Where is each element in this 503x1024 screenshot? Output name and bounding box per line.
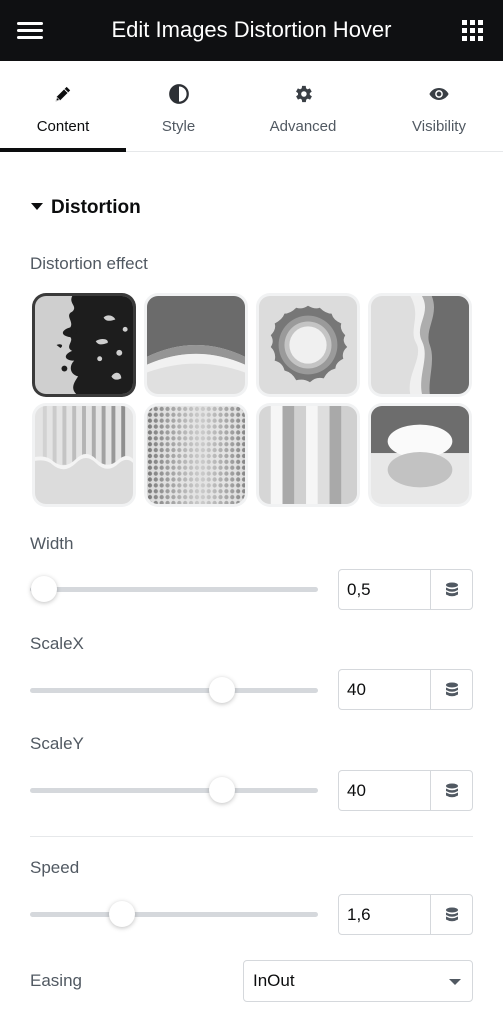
width-label: Width xyxy=(30,534,74,553)
vertical-stripes-icon xyxy=(259,406,357,504)
effect-vertical-stripes[interactable] xyxy=(256,403,360,507)
scaley-label: ScaleY xyxy=(30,734,84,753)
scaley-number-field xyxy=(338,770,473,811)
database-icon xyxy=(445,907,458,921)
ink-splatter-icon xyxy=(35,296,133,394)
speed-number-field xyxy=(338,894,473,935)
panel-title: Edit Images Distortion Hover xyxy=(111,17,392,42)
easing-selected-value: InOut xyxy=(253,971,295,990)
scalex-input[interactable] xyxy=(339,670,431,709)
easing-label: Easing xyxy=(30,971,82,990)
dynamic-tags-button[interactable] xyxy=(431,670,472,709)
scalex-label: ScaleX xyxy=(30,634,84,653)
tab-label: Content xyxy=(36,118,90,135)
width-number-field xyxy=(338,569,473,610)
database-icon xyxy=(445,783,458,797)
divider xyxy=(30,836,473,837)
effect-ink-splatter[interactable] xyxy=(32,293,136,397)
width-slider[interactable] xyxy=(30,576,318,602)
gear-icon xyxy=(296,85,312,103)
tab-label: Style xyxy=(161,118,196,135)
slider-thumb[interactable] xyxy=(209,777,236,803)
width-input[interactable] xyxy=(339,570,431,609)
speed-slider[interactable] xyxy=(30,901,318,927)
eye-icon xyxy=(429,88,449,100)
distortion-effect-label: Distortion effect xyxy=(30,254,148,273)
tab-label: Visibility xyxy=(412,118,466,135)
effect-striped-wave[interactable] xyxy=(32,403,136,507)
easing-select[interactable]: InOut xyxy=(243,960,473,1002)
slider-thumb[interactable] xyxy=(109,901,136,927)
side-wave-icon xyxy=(371,296,469,394)
effect-ripple-circle[interactable] xyxy=(256,293,360,397)
ellipse-reflection-icon xyxy=(371,406,469,504)
tab-label: Advanced xyxy=(269,118,337,135)
striped-wave-icon xyxy=(35,406,133,504)
database-icon xyxy=(445,682,458,696)
database-icon xyxy=(445,582,458,596)
ripple-circle-icon xyxy=(259,296,357,394)
chevron-down-icon xyxy=(449,979,461,985)
scaley-slider[interactable] xyxy=(30,777,318,803)
effect-arc-wave[interactable] xyxy=(144,293,248,397)
caret-down-icon xyxy=(31,203,43,210)
slider-track xyxy=(30,788,318,793)
slider-thumb[interactable] xyxy=(31,576,58,602)
arc-wave-icon xyxy=(147,296,245,394)
section-distortion-toggle[interactable]: Distortion xyxy=(31,197,141,219)
dynamic-tags-button[interactable] xyxy=(431,570,472,609)
pencil-icon xyxy=(55,86,71,102)
scaley-input[interactable] xyxy=(339,771,431,810)
effect-halftone-dots[interactable] xyxy=(144,403,248,507)
tab-visibility[interactable]: Visibility xyxy=(390,61,488,151)
tab-advanced[interactable]: Advanced xyxy=(248,61,358,151)
scalex-slider[interactable] xyxy=(30,677,318,703)
speed-input[interactable] xyxy=(339,895,431,934)
half-circle-icon xyxy=(168,84,189,104)
top-bar: Edit Images Distortion Hover xyxy=(0,0,503,61)
dynamic-tags-button[interactable] xyxy=(431,771,472,810)
halftone-dots-icon xyxy=(147,406,245,504)
panel-tabs: Content Style Advanced Visibility xyxy=(0,61,503,152)
slider-track xyxy=(30,912,318,917)
slider-thumb[interactable] xyxy=(209,677,236,703)
dynamic-tags-button[interactable] xyxy=(431,895,472,934)
slider-track xyxy=(30,587,318,592)
scalex-number-field xyxy=(338,669,473,710)
effect-ellipse-reflection[interactable] xyxy=(368,403,472,507)
section-title: Distortion xyxy=(51,197,141,218)
slider-track xyxy=(30,688,318,693)
speed-label: Speed xyxy=(30,858,80,877)
effect-side-wave[interactable] xyxy=(368,293,472,397)
apps-grid-icon[interactable] xyxy=(462,20,483,41)
tab-style[interactable]: Style xyxy=(126,61,231,151)
tab-content[interactable]: Content xyxy=(0,61,126,152)
